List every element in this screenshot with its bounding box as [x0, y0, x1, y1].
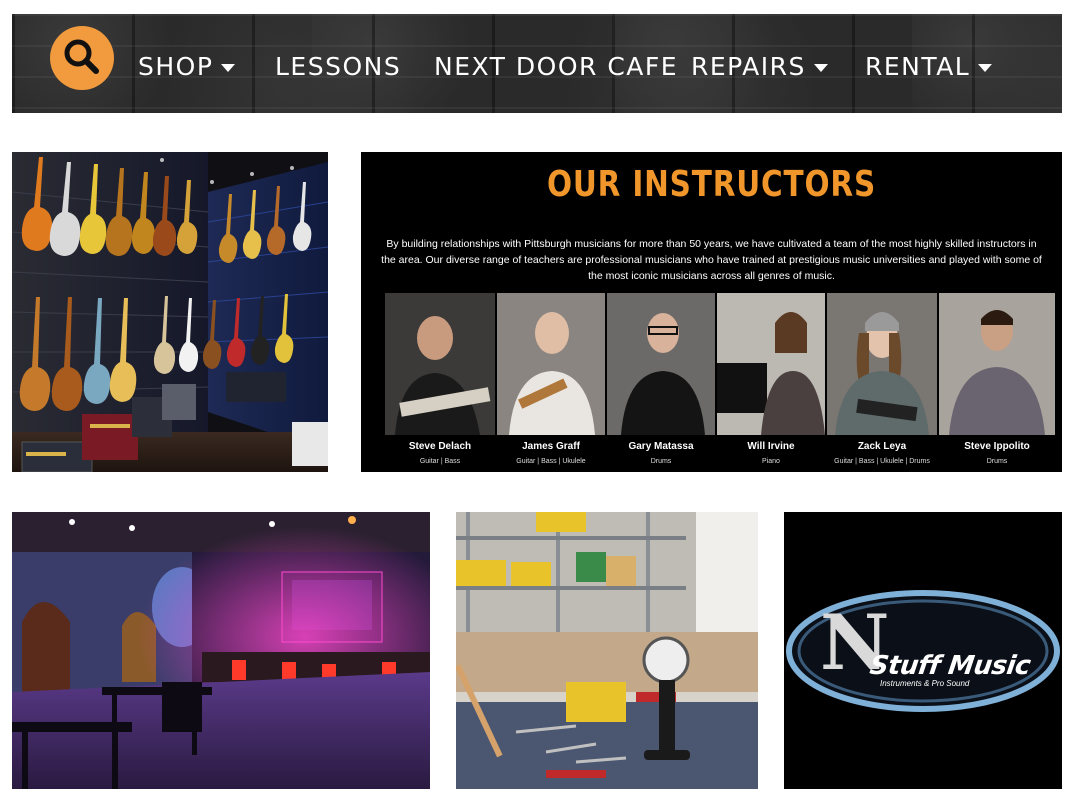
n-stuff-music-logo[interactable]: N Stuff Music Instruments & Pro Sound: [784, 512, 1062, 789]
nav-repairs-label: REPAIRS: [691, 52, 806, 81]
instructor-instruments: Piano: [762, 458, 780, 465]
instructor-name: James Graff: [522, 441, 580, 452]
instructor-photo: [717, 293, 825, 435]
chevron-down-icon: [221, 63, 236, 72]
instructor-card: Gary Matassa Drums: [607, 441, 715, 465]
repair-shop-illustration: [456, 512, 758, 789]
instructor-card: Zack Leya Guitar | Bass | Ukulele | Drum…: [827, 441, 937, 465]
guitar-showroom-image[interactable]: [12, 152, 328, 472]
instructor-card: Steve Ippolito Drums: [939, 441, 1055, 465]
instructor-card: Will Irvine Piano: [717, 441, 825, 465]
instructor-photos: [385, 293, 1055, 435]
instructor-name: Gary Matassa: [628, 441, 694, 452]
instructors-banner[interactable]: OUR INSTRUCTORS By building relationship…: [361, 152, 1062, 472]
nav-cafe-label: NEXT DOOR CAFE: [434, 52, 679, 81]
instructor-names: Steve Delach Guitar | Bass James Graff G…: [385, 441, 1055, 472]
instructor-card: James Graff Guitar | Bass | Ukulele: [497, 441, 605, 465]
nav-lessons[interactable]: LESSONS: [275, 52, 401, 81]
nav-next-door-cafe[interactable]: NEXT DOOR CAFE: [434, 52, 678, 81]
cafe-venue-illustration: [12, 512, 430, 789]
chevron-down-icon: [978, 63, 993, 72]
instructors-description: By building relationships with Pittsburg…: [381, 238, 1042, 282]
nav-lessons-label: LESSONS: [275, 52, 402, 81]
instructor-instruments: Guitar | Bass: [419, 458, 461, 465]
instructor-photo: [827, 293, 937, 435]
instructor-instruments: Drums: [650, 458, 672, 465]
instructor-photo: [939, 293, 1055, 435]
cafe-venue-image[interactable]: [12, 512, 430, 789]
instructor-instruments: Guitar | Bass | Ukulele | Drums: [834, 458, 930, 465]
logo-tagline: Instruments & Pro Sound: [880, 679, 970, 688]
instructor-photo: [385, 293, 495, 435]
logo-wordmark: Stuff Music: [867, 651, 1033, 681]
instructor-instruments: Drums: [986, 458, 1008, 465]
chevron-down-icon: [813, 63, 828, 72]
instructor-card: Steve Delach Guitar | Bass: [385, 441, 495, 465]
instructor-photo: [497, 293, 605, 435]
instructor-name: Will Irvine: [747, 441, 795, 452]
nav-rental-label: RENTAL: [865, 52, 971, 81]
instructors-title: OUR INSTRUCTORS: [546, 164, 877, 205]
instructor-name: Steve Delach: [408, 441, 472, 452]
instructor-name: Zack Leya: [857, 441, 907, 452]
instructor-photo: [607, 293, 715, 435]
search-button[interactable]: [50, 26, 114, 90]
nav-repairs[interactable]: REPAIRS: [691, 52, 828, 81]
top-navigation-bar: SHOP LESSONS NEXT DOOR CAFE REPAIRS RENT…: [12, 14, 1062, 113]
nav-rental[interactable]: RENTAL: [865, 52, 993, 81]
repair-shop-image[interactable]: [456, 512, 758, 789]
nav-shop[interactable]: SHOP: [138, 52, 236, 81]
instructor-instruments: Guitar | Bass | Ukulele: [516, 458, 586, 465]
instructor-name: Steve Ippolito: [964, 441, 1030, 452]
nav-shop-label: SHOP: [138, 52, 214, 81]
guitar-showroom-illustration: [12, 152, 328, 472]
search-icon: [64, 39, 99, 74]
